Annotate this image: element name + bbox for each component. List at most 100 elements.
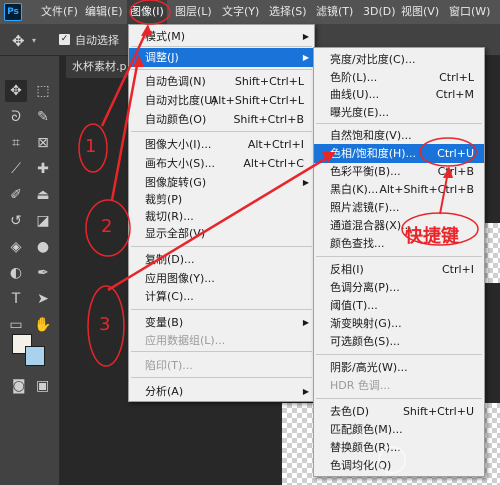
image_menu-item: 陷印(T)... (129, 356, 314, 375)
blur-icon[interactable]: ● (32, 236, 54, 258)
adjust_menu-item[interactable]: 色相/饱和度(H)... Ctrl+U (314, 144, 484, 163)
stamp-icon[interactable]: ⏏ (32, 184, 54, 206)
step-number-2: 2 (101, 216, 113, 237)
adjust_menu-item-shortcut: Ctrl+U (437, 147, 474, 160)
adjust_menu-item[interactable]: 亮度/对比度(C)... (314, 50, 484, 69)
image_menu-item[interactable]: 自动颜色(O) Shift+Ctrl+B (129, 110, 314, 129)
menu-3d[interactable]: 3D(D) (360, 0, 399, 24)
adjust_menu-item[interactable]: 反相(I) Ctrl+I (314, 260, 484, 279)
history-brush-icon[interactable]: ↺ (5, 210, 27, 232)
adjust_menu-item-label: 色相/饱和度(H)... (330, 147, 417, 160)
adjust_menu-item[interactable]: 可选颜色(S)... (314, 332, 484, 351)
menu-separator (131, 46, 312, 47)
image_menu-item-shortcut: Alt+Ctrl+I (247, 138, 304, 151)
adjust_menu-item-shortcut: Shift+Ctrl+U (402, 405, 474, 418)
menu-layer[interactable]: 图层(L) (172, 0, 215, 24)
menu-separator (316, 123, 482, 124)
screen-mode-icon[interactable]: ▣ (36, 378, 49, 394)
menu-select[interactable]: 选择(S) (266, 0, 310, 24)
adjust_menu-item[interactable]: 曝光度(E)... (314, 103, 484, 122)
adjust_menu-item[interactable]: 黑白(K)... Alt+Shift+Ctrl+B (314, 180, 484, 199)
hand-icon[interactable]: ✋ (32, 314, 54, 336)
image_menu-item-label: 模式(M) (145, 30, 186, 43)
image_menu-item[interactable]: 模式(M) ▶ (129, 27, 314, 46)
adjust_menu-item[interactable]: 匹配颜色(M)... (314, 420, 484, 439)
adjust_menu-item[interactable]: 色彩平衡(B)... Ctrl+B (314, 162, 484, 181)
image_menu-item[interactable]: 调整(J) ▶ (129, 48, 314, 67)
hotkey-annotation-label: 快捷键 (405, 226, 459, 247)
paint-bucket-icon[interactable]: ◈ (5, 236, 27, 258)
image_menu-item[interactable]: 计算(C)... (129, 287, 314, 306)
frame-icon[interactable]: ⊠ (32, 132, 54, 154)
image_menu-item[interactable]: 图像大小(I)... Alt+Ctrl+I (129, 135, 314, 154)
menu-separator (131, 69, 312, 70)
watermark-circle (378, 446, 406, 474)
adjust_menu-item[interactable]: 去色(D) Shift+Ctrl+U (314, 402, 484, 421)
adjust_menu-item-label: 黑白(K)... (330, 183, 379, 196)
image_menu-item[interactable]: 自动色调(N) Shift+Ctrl+L (129, 72, 314, 91)
menu-type[interactable]: 文字(Y) (219, 0, 262, 24)
image_menu-item[interactable]: 画布大小(S)... Alt+Ctrl+C (129, 154, 314, 173)
tools-panel: ✥ ⬚ ᘐ ✎ ⌗ ⊠ ⟋ ✚ ✐ ⏏ ↺ ◪ ◈ ● ◐ ✒ T ➤ ▭ ✋ … (0, 56, 60, 485)
image_menu-item-label: 自动色调(N) (145, 75, 206, 88)
image_menu-item[interactable]: 应用图像(Y)... (129, 269, 314, 288)
pen-icon[interactable]: ✒ (32, 262, 54, 284)
auto-select-checkbox[interactable]: ✓ (59, 34, 70, 45)
image_menu-item-label: 显示全部(V) (145, 227, 206, 240)
photoshop-logo: Ps (4, 3, 22, 21)
menu-image[interactable]: 图像(I) (127, 0, 167, 24)
quick-mask-icon[interactable]: ◙ (12, 378, 26, 394)
adjust_menu-item-label: 可选颜色(S)... (330, 335, 401, 348)
menu-separator (131, 309, 312, 310)
adjust_menu-item-shortcut: Ctrl+M (435, 88, 474, 101)
menu-filter[interactable]: 滤镜(T) (313, 0, 356, 24)
adjust_menu-item-label: 通道混合器(X)... (330, 219, 412, 232)
image_menu-item-shortcut: Alt+Shift+Ctrl+L (210, 94, 304, 107)
background-color-swatch[interactable] (25, 346, 45, 366)
submenu-arrow-icon: ▶ (302, 53, 309, 62)
path-select-icon[interactable]: ➤ (32, 288, 54, 310)
adjust_menu-item[interactable]: 渐变映射(G)... (314, 314, 484, 333)
adjust_menu-item[interactable]: 色调分离(P)... (314, 278, 484, 297)
menu-separator (316, 354, 482, 355)
adjust_menu-item-label: 色彩平衡(B)... (330, 165, 401, 178)
healing-brush-icon[interactable]: ✚ (32, 158, 54, 180)
lasso-icon[interactable]: ᘐ (5, 106, 27, 128)
eyedropper-icon[interactable]: ⟋ (5, 158, 27, 180)
chevron-down-icon[interactable]: ▾ (32, 36, 36, 45)
image_menu-item[interactable]: 复制(D)... (129, 250, 314, 269)
menu-edit[interactable]: 编辑(E) (82, 0, 126, 24)
image_menu-item-label: 陷印(T)... (145, 359, 193, 372)
adjust_menu-item[interactable]: 照片滤镜(F)... (314, 198, 484, 217)
move-tool-icon[interactable]: ✥ (12, 32, 25, 50)
watermark-logo (378, 438, 496, 482)
marquee-icon[interactable]: ⬚ (32, 80, 54, 102)
menu-view[interactable]: 视图(V) (398, 0, 442, 24)
brush-icon[interactable]: ✐ (5, 184, 27, 206)
submenu-arrow-icon: ▶ (302, 318, 309, 327)
adjust_menu-item-label: 阴影/高光(W)... (330, 361, 408, 374)
adjust_menu-item-shortcut: Ctrl+B (437, 165, 474, 178)
menu-window[interactable]: 窗口(W) (446, 0, 493, 24)
crop-icon[interactable]: ⌗ (5, 132, 27, 154)
quick-select-icon[interactable]: ✎ (32, 106, 54, 128)
adjust_menu-item[interactable]: 曲线(U)... Ctrl+M (314, 85, 484, 104)
menu-file[interactable]: 文件(F) (38, 0, 81, 24)
image_menu-item[interactable]: 变量(B) ▶ (129, 313, 314, 332)
eraser-icon[interactable]: ◪ (32, 210, 54, 232)
image_menu-item[interactable]: 分析(A) ▶ (129, 382, 314, 401)
image_menu-item[interactable]: 自动对比度(U) Alt+Shift+Ctrl+L (129, 91, 314, 110)
rectangle-icon[interactable]: ▭ (5, 314, 27, 336)
document-tab[interactable]: 水杯素材.p (66, 56, 130, 78)
image_menu-item-label: 应用数据组(L)... (145, 334, 226, 347)
image_menu-item[interactable]: 显示全部(V) (129, 224, 314, 243)
adjust_menu-item[interactable]: 阴影/高光(W)... (314, 358, 484, 377)
adjust_menu-item[interactable]: 自然饱和度(V)... (314, 126, 484, 145)
dodge-icon[interactable]: ◐ (5, 262, 27, 284)
move-icon[interactable]: ✥ (5, 80, 27, 102)
image_menu-item-label: 图像大小(I)... (145, 138, 212, 151)
adjust_menu-item[interactable]: 阈值(T)... (314, 296, 484, 315)
type-icon[interactable]: T (5, 288, 27, 310)
adjust_menu-item-label: HDR 色调... (330, 379, 391, 392)
adjust_menu-item-shortcut: Alt+Shift+Ctrl+B (379, 183, 474, 196)
